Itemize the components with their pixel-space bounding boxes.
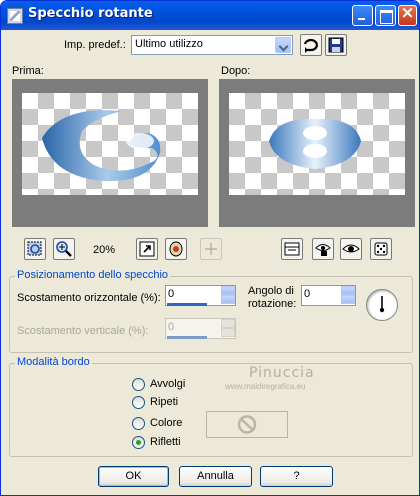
dial-needle-icon [379, 296, 385, 313]
h-offset-spinner[interactable]: 0 [165, 285, 236, 306]
expand-icon [139, 241, 155, 257]
h-offset-slider[interactable] [167, 303, 207, 306]
edge-mode-group [9, 363, 413, 457]
zoom-out-button[interactable] [24, 238, 46, 260]
watermark-url: www.maidiregrafica.eu [225, 382, 306, 391]
proof-icon [169, 241, 183, 257]
radio-wrap-label[interactable]: Avvolgi [150, 378, 185, 390]
visibility-icon [342, 244, 360, 253]
after-label: Dopo: [221, 65, 251, 77]
ok-button[interactable]: OK [98, 466, 169, 487]
preset-value: Ultimo utilizzo [135, 38, 203, 50]
help-button[interactable]: ? [260, 466, 333, 487]
before-preview[interactable] [12, 79, 208, 227]
after-canvas [229, 93, 405, 195]
maximize-button[interactable] [375, 5, 396, 26]
radio-reflect[interactable] [132, 436, 145, 449]
radio-reflect-label[interactable]: Rifletti [150, 436, 181, 448]
save-icon [328, 37, 344, 53]
panel-layout-icon [284, 242, 300, 256]
angle-label-1: Angolo di [248, 285, 294, 297]
zoom-fit-icon [27, 241, 42, 256]
after-preview[interactable] [219, 79, 415, 227]
v-offset-label: Scostamento verticale (%): [17, 325, 149, 337]
edge-mode-title: Modalità bordo [15, 356, 92, 368]
cancel-button[interactable]: Annulla [179, 466, 252, 487]
window-title: Specchio rotante [28, 6, 153, 21]
spinner-arrows[interactable] [209, 319, 235, 338]
zoom-in-icon [56, 241, 72, 257]
close-button[interactable] [398, 4, 417, 26]
zoom-in-button[interactable] [53, 238, 75, 260]
zoom-level: 20% [93, 244, 116, 256]
angle-value: 0 [304, 288, 311, 300]
watermark-name: Pinuccia [249, 365, 315, 381]
radio-wrap[interactable] [132, 378, 145, 391]
preset-select[interactable]: Ultimo utilizzo [131, 35, 293, 55]
angle-spinner[interactable]: 0 [301, 285, 356, 306]
randomize-button[interactable] [370, 238, 392, 260]
angle-dial[interactable] [366, 289, 398, 321]
h-offset-value: 0 [168, 288, 175, 300]
dialog-window: Specchio rotante Imp. predef.: Ultimo ut… [0, 0, 420, 496]
radio-repeat-label[interactable]: Ripeti [150, 396, 178, 408]
title-bar[interactable]: Specchio rotante [1, 1, 419, 30]
layout-toggle-button[interactable] [281, 238, 303, 260]
spinner-arrows[interactable] [209, 286, 235, 305]
color-swatch[interactable] [206, 411, 288, 438]
radio-color[interactable] [132, 417, 145, 430]
h-offset-label: Scostamento orizzontale (%): [17, 292, 161, 304]
radio-repeat[interactable] [132, 396, 145, 409]
pan-icon [205, 243, 217, 255]
before-canvas [22, 93, 198, 195]
eye-lock-icon [315, 244, 331, 256]
auto-proof-button[interactable] [312, 238, 334, 260]
reset-icon [303, 38, 318, 53]
v-offset-slider[interactable] [167, 336, 207, 339]
mirror-position-title: Posizionamento dello specchio [15, 269, 171, 281]
save-preset-button[interactable] [325, 34, 347, 56]
minimize-button[interactable] [352, 5, 373, 26]
before-image [42, 110, 161, 182]
reset-preset-button[interactable] [300, 34, 322, 56]
radio-color-label[interactable]: Colore [150, 417, 182, 429]
pan-button[interactable] [200, 238, 222, 260]
fit-window-button[interactable] [136, 238, 158, 260]
before-label: Prima: [12, 65, 44, 77]
v-offset-value: 0 [168, 321, 175, 333]
v-offset-spinner[interactable]: 0 [165, 318, 236, 339]
app-icon [7, 8, 23, 24]
proof-button[interactable] [165, 238, 187, 260]
after-image [269, 118, 361, 169]
angle-label-2: rotazione: [248, 298, 297, 310]
spinner-arrows[interactable] [329, 286, 355, 305]
disabled-icon [237, 415, 257, 434]
preset-label: Imp. predef.: [64, 39, 126, 51]
randomize-icon [374, 242, 388, 256]
visibility-button[interactable] [340, 238, 362, 260]
chevron-down-icon[interactable] [275, 37, 291, 53]
